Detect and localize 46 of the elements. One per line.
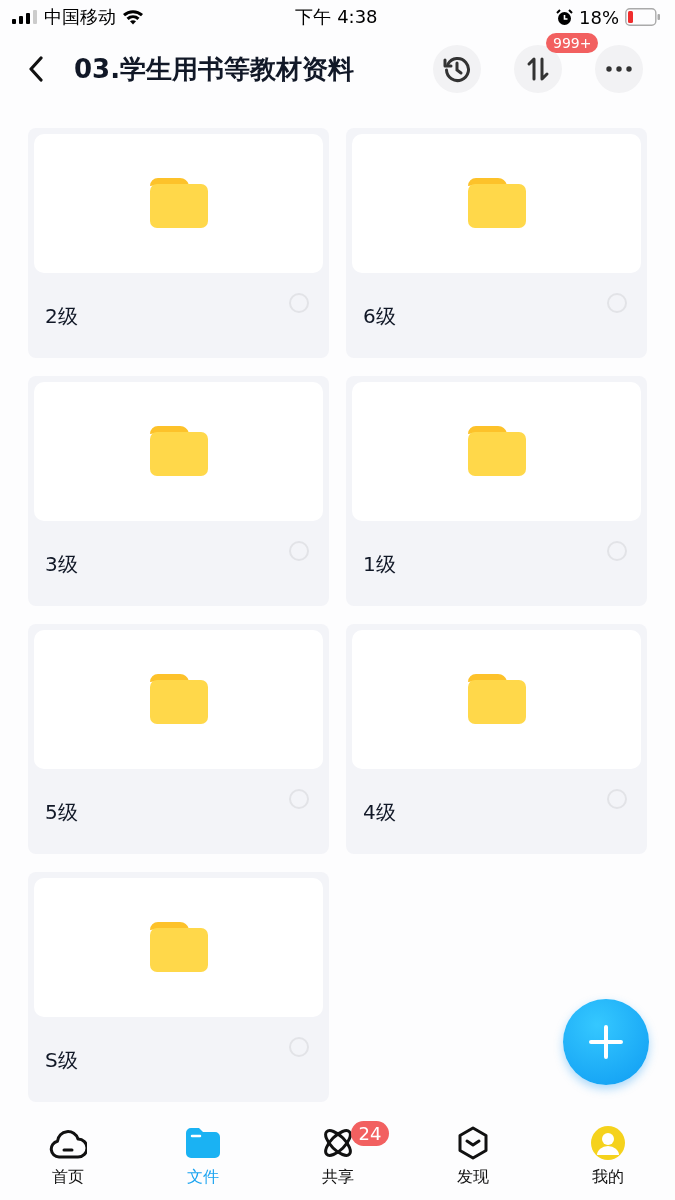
- folder-card[interactable]: 4级: [346, 624, 647, 854]
- clock-time: 下午 4:38: [295, 5, 378, 29]
- history-icon: [443, 55, 471, 83]
- folder-name: S级: [45, 1047, 78, 1074]
- folder-card[interactable]: 2级: [28, 128, 329, 358]
- nav-tab[interactable]: 我的: [540, 1115, 675, 1200]
- count-badge: 999+: [546, 33, 599, 53]
- alarm-icon: [556, 8, 573, 26]
- folder-name: 3级: [45, 551, 78, 578]
- folder-icon: [149, 673, 208, 724]
- folder-card[interactable]: 5级: [28, 624, 329, 854]
- history-button[interactable]: [433, 45, 481, 93]
- folder-card[interactable]: 3级: [28, 376, 329, 606]
- carrier-name: 中国移动: [44, 5, 116, 29]
- folder-icon: [467, 673, 526, 724]
- wifi-icon: [122, 9, 144, 25]
- folder-card[interactable]: 1级: [346, 376, 647, 606]
- more-button[interactable]: [595, 45, 643, 93]
- folder-icon: [185, 1128, 220, 1158]
- more-icon: [606, 66, 632, 72]
- signal-icon: [12, 10, 38, 24]
- folder-icon: [467, 425, 526, 476]
- folder-icon: [467, 177, 526, 228]
- plus-icon: [589, 1025, 623, 1059]
- folder-card[interactable]: S级: [28, 872, 329, 1102]
- folder-name: 5级: [45, 799, 78, 826]
- battery-percent: 18%: [579, 6, 619, 28]
- nav-tab[interactable]: 首页: [0, 1115, 135, 1200]
- folder-icon: [149, 177, 208, 228]
- folder-name: 4级: [363, 799, 396, 826]
- folder-name: 1级: [363, 551, 396, 578]
- hexagon-icon: [456, 1126, 489, 1160]
- back-icon: [28, 56, 44, 82]
- folder-icon: [149, 425, 208, 476]
- count-badge: 24: [350, 1121, 390, 1146]
- nav-tab[interactable]: 发现: [405, 1115, 540, 1200]
- folder-card[interactable]: 6级: [346, 128, 647, 358]
- nav-tab[interactable]: 共享 24: [270, 1115, 405, 1200]
- avatar-icon: [589, 1125, 626, 1161]
- folder-icon: [149, 921, 208, 972]
- folder-name: 2级: [45, 303, 78, 330]
- folder-title: 03.学生用书等教材资料: [74, 52, 356, 86]
- transfer-icon: [525, 56, 551, 82]
- add-button[interactable]: [563, 999, 649, 1085]
- folder-name: 6级: [363, 303, 396, 330]
- battery-icon: [625, 8, 661, 26]
